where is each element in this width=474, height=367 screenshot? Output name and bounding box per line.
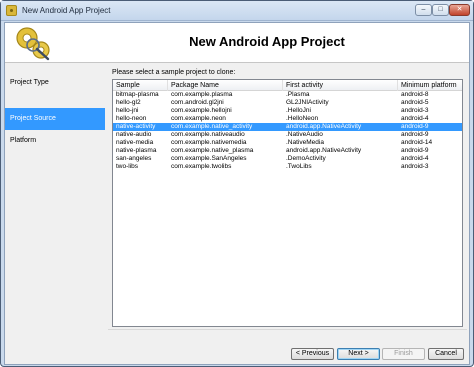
cell-first-activity: .HelloJni: [286, 107, 311, 114]
table-row[interactable]: native-media com.example.nativemedia .Nati…: [113, 139, 462, 147]
table-row[interactable]: native-audio com.example.nativeaudio .Nati…: [113, 131, 462, 139]
cell-package-name: com.example.nativeaudio: [171, 131, 245, 138]
column-package-name[interactable]: Package Name: [168, 80, 283, 91]
cell-package-name: com.example.SanAngeles: [171, 155, 247, 162]
cell-minimum-platform: android-8: [401, 91, 429, 98]
table-row[interactable]: san-angeles com.example.SanAngeles .DemoAc…: [113, 155, 462, 163]
cell-minimum-platform: android-14: [401, 139, 433, 146]
cell-package-name: com.example.plasma: [171, 91, 233, 98]
cell-minimum-platform: android-5: [401, 99, 429, 106]
sample-list[interactable]: Sample Package Name First activity Minim…: [112, 79, 463, 327]
cell-minimum-platform: android-4: [401, 155, 429, 162]
table-row[interactable]: native-activity com.example.native_activi…: [113, 123, 462, 131]
cell-minimum-platform: android-4: [401, 115, 429, 122]
list-rows: bitmap-plasma com.example.plasma .Plasma an…: [113, 91, 462, 171]
next-button[interactable]: Next >: [337, 348, 380, 360]
cell-first-activity: .DemoActivity: [286, 155, 326, 162]
cell-first-activity: .HelloNeon: [286, 115, 319, 122]
column-first-activity[interactable]: First activity: [283, 80, 398, 91]
cell-package-name: com.android.gl2jni: [171, 99, 224, 106]
title-bar[interactable]: New Android App Project – □ ✕: [1, 1, 473, 21]
maximize-button[interactable]: □: [432, 4, 449, 16]
column-sample[interactable]: Sample: [113, 80, 168, 91]
cell-sample: native-plasma: [116, 147, 157, 154]
cell-sample: hello-neon: [116, 115, 147, 122]
cell-package-name: com.example.native_activity: [171, 123, 253, 130]
cell-first-activity: .Plasma: [286, 91, 310, 98]
cell-package-name: com.example.neon: [171, 115, 226, 122]
previous-button[interactable]: < Previous: [291, 348, 334, 360]
close-button[interactable]: ✕: [449, 4, 470, 16]
cell-first-activity: .TwoLibs: [286, 163, 312, 170]
table-row[interactable]: hello-neon com.example.neon .HelloNeon andr…: [113, 115, 462, 123]
table-row[interactable]: hello-jni com.example.hellojni .HelloJni an…: [113, 107, 462, 115]
step-project-source[interactable]: Project Source: [5, 108, 105, 130]
table-row[interactable]: bitmap-plasma com.example.plasma .Plasma an…: [113, 91, 462, 99]
window-title: New Android App Project: [22, 6, 111, 15]
app-window: New Android App Project – □ ✕ New Androi…: [0, 0, 474, 367]
wizard-steps: Project Type Project Source Platform: [5, 64, 105, 364]
step-project-type[interactable]: Project Type: [5, 72, 105, 94]
cell-sample: native-audio: [116, 131, 152, 138]
cell-sample: hello-jni: [116, 107, 139, 114]
cell-sample: hello-gl2: [116, 99, 141, 106]
list-header: Sample Package Name First activity Minim…: [113, 80, 462, 91]
sample-prompt: Please select a sample project to clone:: [112, 69, 236, 76]
table-row[interactable]: two-libs com.example.twolibs .TwoLibs andro…: [113, 163, 462, 171]
page-title: New Android App Project: [189, 34, 345, 49]
cell-first-activity: android.app.NativeActivity: [286, 123, 362, 130]
cell-first-activity: android.app.NativeActivity: [286, 147, 362, 154]
footer-divider: [108, 329, 467, 330]
cell-package-name: com.example.hellojni: [171, 107, 232, 114]
cell-first-activity: .NativeMedia: [286, 139, 324, 146]
app-gear-icon: [6, 5, 17, 16]
cell-sample: two-libs: [116, 163, 139, 170]
cell-sample: san-angeles: [116, 155, 152, 162]
cell-first-activity: .NativeAudio: [286, 131, 323, 138]
table-row[interactable]: native-plasma com.example.native_plasma an…: [113, 147, 462, 155]
step-platform[interactable]: Platform: [5, 130, 105, 152]
cell-minimum-platform: android-9: [401, 131, 429, 138]
wizard-client: New Android App Project Project Type Pro…: [4, 22, 470, 365]
cell-package-name: com.example.native_plasma: [171, 147, 254, 154]
wizard-content: Please select a sample project to clone:…: [108, 64, 467, 364]
cell-sample: bitmap-plasma: [116, 91, 159, 98]
cell-sample: native-activity: [116, 123, 156, 130]
cancel-button[interactable]: Cancel: [428, 348, 464, 360]
column-minimum-platform[interactable]: Minimum platform: [398, 80, 462, 91]
cell-minimum-platform: android-9: [401, 123, 429, 130]
cell-first-activity: GL2JNIActivity: [286, 99, 329, 106]
cell-minimum-platform: android-3: [401, 163, 429, 170]
table-row[interactable]: hello-gl2 com.android.gl2jni GL2JNIActivit…: [113, 99, 462, 107]
finish-button[interactable]: Finish: [382, 348, 425, 360]
minimize-button[interactable]: –: [415, 4, 432, 16]
wizard-header: New Android App Project: [5, 23, 469, 63]
cell-package-name: com.example.twolibs: [171, 163, 232, 170]
cell-minimum-platform: android-9: [401, 147, 429, 154]
cell-minimum-platform: android-3: [401, 107, 429, 114]
cell-package-name: com.example.nativemedia: [171, 139, 247, 146]
cell-sample: native-media: [116, 139, 154, 146]
